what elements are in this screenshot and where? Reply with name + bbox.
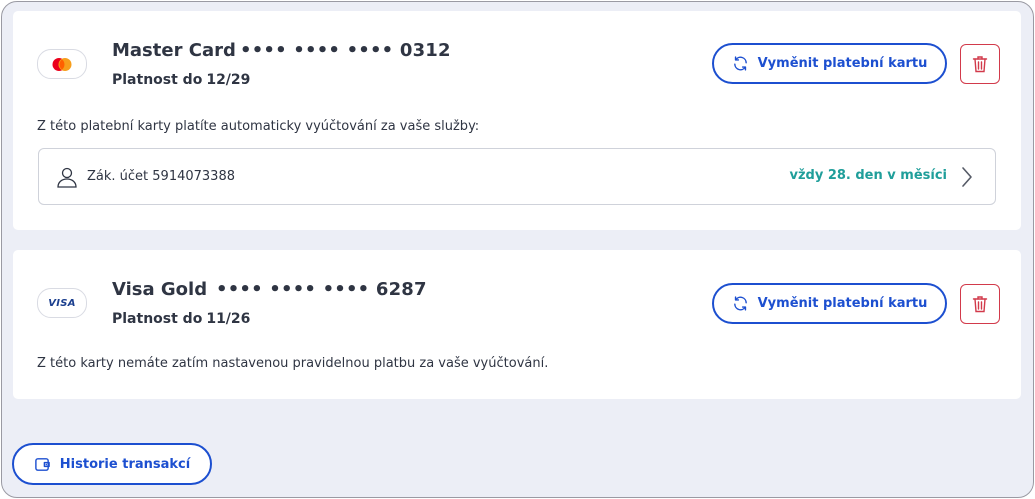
- account-number: Zák. účet 5914073388: [87, 169, 235, 184]
- delete-card-button[interactable]: [960, 284, 1000, 324]
- validity-label: Platnost do: [112, 72, 203, 88]
- replace-card-button[interactable]: Vyměnit platební kartu: [712, 283, 947, 324]
- replace-card-label: Vyměnit platební kartu: [757, 56, 928, 71]
- trash-icon: [972, 296, 988, 313]
- visa-logo: VISA: [37, 288, 87, 318]
- card-number: •••• •••• •••• 0312: [240, 40, 451, 61]
- card-mastercard: Master Card •••• •••• •••• 0312 Platnost…: [13, 11, 1021, 230]
- card-number: •••• •••• •••• 6287: [216, 279, 427, 300]
- card-name: Master Card: [112, 40, 236, 61]
- validity-label: Platnost do: [112, 311, 203, 327]
- transaction-history-button[interactable]: Historie transakcí: [12, 443, 212, 485]
- chevron-right-icon: [962, 167, 972, 187]
- trash-icon: [972, 56, 988, 73]
- automatic-payment-row[interactable]: Zák. účet 5914073388 vždy 28. den v měsí…: [38, 148, 996, 205]
- payment-schedule: vždy 28. den v měsíci: [789, 168, 947, 183]
- card-validity: Platnost do 11/26: [112, 311, 250, 327]
- payment-cards-panel: Master Card •••• •••• •••• 0312 Platnost…: [1, 1, 1034, 498]
- card-visa: VISA Visa Gold •••• •••• •••• 6287 Platn…: [13, 250, 1021, 399]
- transaction-history-label: Historie transakcí: [59, 456, 191, 472]
- user-icon: [57, 167, 77, 188]
- refresh-icon: [733, 56, 747, 71]
- validity-value: 12/29: [206, 72, 251, 88]
- replace-card-label: Vyměnit platební kartu: [757, 296, 928, 311]
- mastercard-logo: [37, 49, 87, 79]
- visa-logo-text: VISA: [48, 297, 76, 309]
- wallet-icon: [34, 457, 50, 471]
- refresh-icon: [733, 296, 747, 311]
- card-validity: Platnost do 12/29: [112, 72, 250, 88]
- card-note: Z této platební karty platíte automatick…: [37, 119, 480, 134]
- card-note: Z této karty nemáte zatím nastavenou pra…: [37, 356, 549, 371]
- delete-card-button[interactable]: [960, 44, 1000, 84]
- card-name: Visa Gold: [112, 279, 208, 300]
- validity-value: 11/26: [206, 311, 251, 327]
- replace-card-button[interactable]: Vyměnit platební kartu: [712, 43, 947, 84]
